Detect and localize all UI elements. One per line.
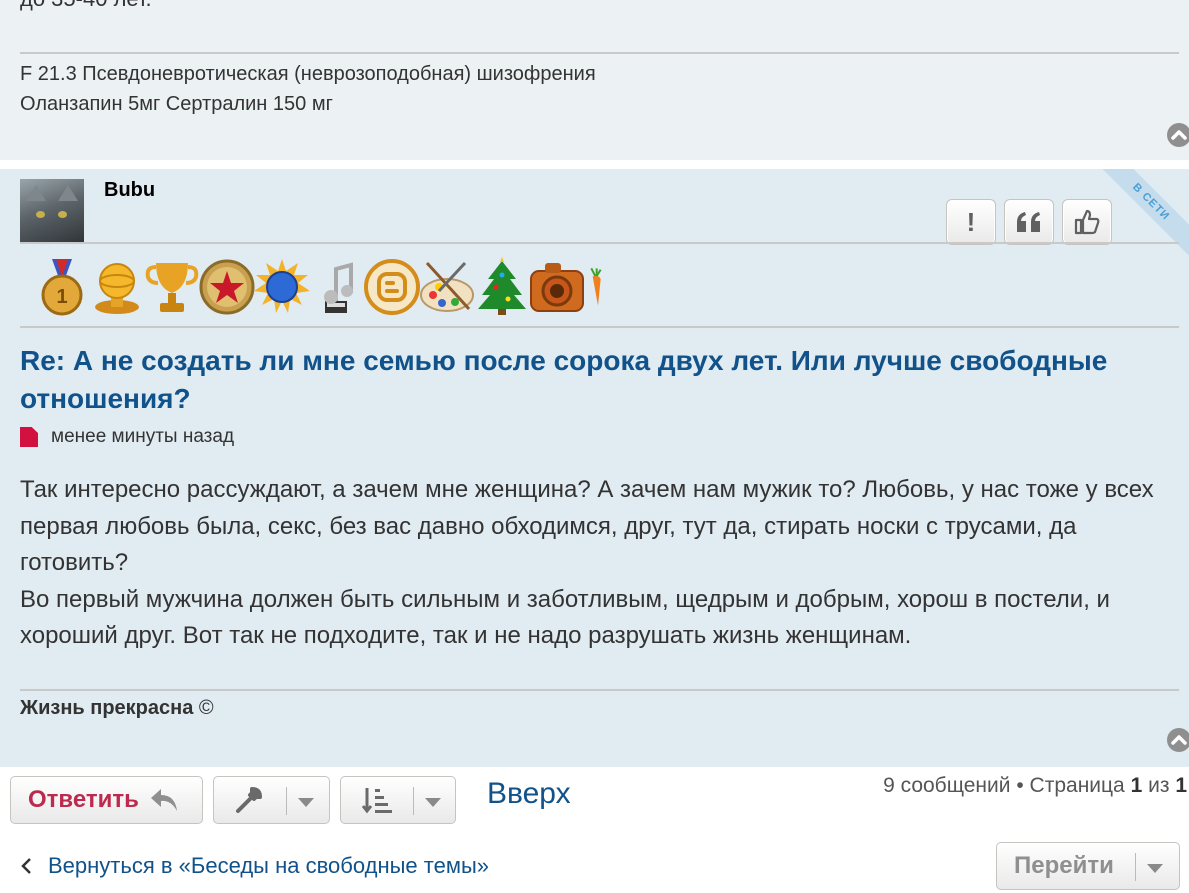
post-paragraph: Во первый мужчина должен быть сильным и … — [20, 585, 1110, 650]
wrench-icon — [236, 787, 262, 813]
medal-first-icon[interactable]: 1 — [32, 257, 92, 317]
jump-label: Перейти — [1014, 852, 1114, 879]
sort-dropdown-button[interactable] — [340, 776, 456, 824]
trophy-icon[interactable] — [142, 257, 202, 317]
blue-sun-icon[interactable] — [252, 257, 312, 317]
back-link-label: Вернуться в «Беседы на свободные темы» — [48, 853, 489, 878]
chevron-left-icon — [21, 858, 31, 874]
report-button[interactable]: ! — [946, 199, 996, 245]
quote-icon — [1017, 212, 1040, 232]
exclamation-icon: ! — [966, 206, 976, 237]
post-title[interactable]: Re: А не создать ли мне семью после соро… — [20, 342, 1160, 418]
back-to-forum-link[interactable]: Вернуться в «Беседы на свободные темы» — [20, 853, 489, 879]
back-to-top-icon[interactable] — [1167, 728, 1189, 752]
golden-globe-icon[interactable] — [87, 257, 147, 317]
like-button[interactable] — [1062, 199, 1112, 245]
page-total: 1 — [1175, 774, 1187, 797]
page-of: из — [1148, 774, 1170, 797]
tools-dropdown-button[interactable] — [213, 776, 330, 824]
signature-text: Жизнь прекрасна — [20, 697, 194, 719]
back-to-top-icon[interactable] — [1167, 123, 1189, 147]
camera-icon[interactable] — [527, 257, 587, 317]
post-content: Так интересно рассуждают, а зачем мне же… — [20, 472, 1180, 655]
post: Bubu В СЕТИ ! 1 Re: А не создать ли мне … — [0, 169, 1189, 767]
post-signature: Жизнь прекрасна © — [20, 697, 214, 720]
profile-divider — [20, 242, 1179, 244]
chevron-down-icon — [1147, 864, 1163, 873]
previous-post: до 35-40 лет. F 21.3 Псевдоневротическая… — [0, 0, 1189, 160]
page-current: 1 — [1130, 774, 1143, 797]
page-label: Страница — [1029, 774, 1125, 797]
reply-label: Ответить — [28, 786, 139, 813]
medal-row: 1 — [32, 257, 617, 317]
jump-to-button[interactable]: Перейти — [996, 842, 1180, 890]
avatar[interactable] — [20, 179, 84, 243]
reply-button[interactable]: Ответить — [10, 776, 203, 824]
username[interactable]: Bubu — [104, 179, 155, 202]
music-award-icon[interactable] — [307, 257, 367, 317]
previous-signature-line2: Оланзапин 5мг Сертралин 150 мг — [20, 93, 333, 115]
red-star-badge-icon[interactable] — [197, 257, 257, 317]
carrot-icon[interactable] — [582, 257, 622, 317]
previous-signature-line1: F 21.3 Псевдоневротическая (неврозоподоб… — [20, 63, 596, 85]
art-palette-icon[interactable] — [417, 257, 477, 317]
pagination: 9 сообщений • Страница 1 из 1 — [883, 774, 1187, 798]
thumbs-up-icon — [1074, 209, 1100, 235]
chevron-down-icon — [425, 798, 441, 807]
post-time: менее минуты назад — [51, 426, 235, 447]
blog-icon[interactable] — [362, 257, 422, 317]
signature-divider — [20, 689, 1179, 691]
quote-button[interactable] — [1004, 199, 1054, 245]
chevron-down-icon — [298, 798, 314, 807]
signature-divider — [20, 52, 1179, 54]
copyright-symbol: © — [198, 697, 214, 719]
post-paragraph: Так интересно рассуждают, а зачем мне же… — [20, 476, 1154, 576]
top-link[interactable]: Вверх — [487, 777, 571, 811]
reply-arrow-icon — [150, 789, 177, 811]
svg-text:1: 1 — [56, 286, 67, 308]
previous-post-text: до 35-40 лет. — [20, 0, 152, 12]
pagination-separator: • — [1016, 774, 1024, 797]
christmas-tree-icon[interactable] — [472, 257, 532, 317]
post-count: 9 сообщений — [883, 774, 1011, 797]
post-file-icon[interactable] — [20, 427, 38, 447]
content-divider — [20, 326, 1179, 328]
post-meta: менее минуты назад — [20, 426, 234, 448]
sort-icon — [361, 788, 392, 814]
